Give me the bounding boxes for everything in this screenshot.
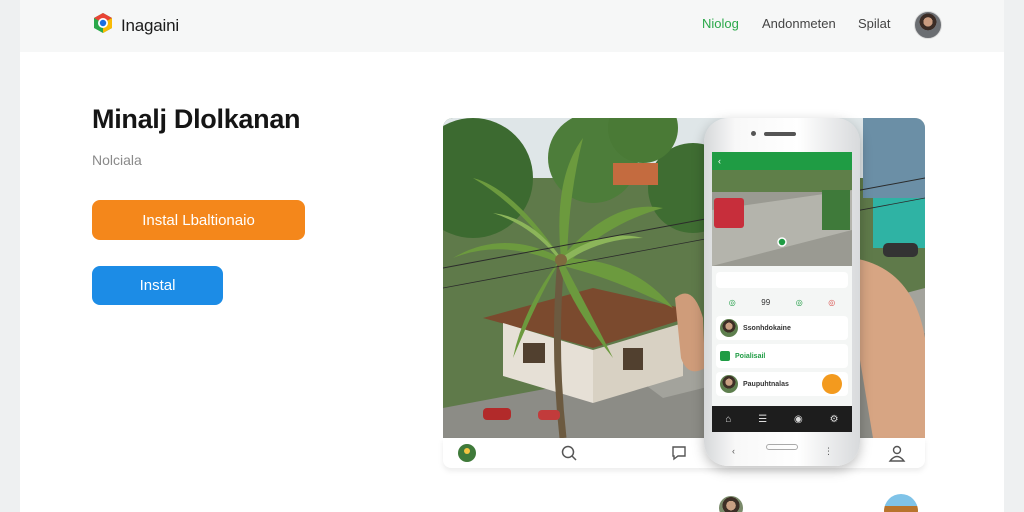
nav-link-andonmeten[interactable]: Andonmeten xyxy=(762,16,836,31)
page-subtitle: Nolciala xyxy=(92,152,142,168)
phone-home-button xyxy=(766,444,798,450)
install-button[interactable]: Instal xyxy=(92,266,223,305)
app-bottom-nav: ⌂ ☰ ◉ ⚙ xyxy=(712,406,852,432)
stat-item[interactable]: ◎ xyxy=(729,298,736,307)
app-header: ‹ xyxy=(712,152,852,170)
app-stats: ◎ 99 ◎ ◎ xyxy=(716,292,848,312)
search-icon[interactable] xyxy=(559,443,579,463)
brand[interactable]: Inagaini xyxy=(92,12,179,39)
user-icon[interactable] xyxy=(887,443,907,463)
nav-link-spilat[interactable]: Spilat xyxy=(858,16,891,31)
nav-link-niolog[interactable]: Niolog xyxy=(702,16,739,31)
list-item[interactable]: Poialisail xyxy=(716,344,848,368)
list-item[interactable]: Paupuhtnalas xyxy=(716,372,848,396)
list-item-label: Paupuhtnalas xyxy=(743,380,789,388)
avatar xyxy=(720,319,738,337)
action-fab[interactable] xyxy=(822,374,842,394)
location-pin-icon[interactable] xyxy=(457,443,477,463)
install-primary-button[interactable]: Instal Lbaltionaio xyxy=(92,200,305,240)
settings-icon[interactable]: ⚙ xyxy=(830,414,839,425)
check-icon xyxy=(720,351,730,361)
main-card: Minalj Dlolkanan Nolciala Instal Lbaltio… xyxy=(20,52,1004,512)
record-icon[interactable]: ◉ xyxy=(794,414,803,425)
brand-name: Inagaini xyxy=(121,15,179,35)
page-title: Minalj Dlolkanan xyxy=(92,104,301,134)
phone-speaker xyxy=(764,132,796,136)
list-item[interactable]: Ssonhdokaine xyxy=(716,316,848,340)
stat-item[interactable]: ◎ xyxy=(796,298,803,307)
chat-icon[interactable] xyxy=(669,443,689,463)
back-icon[interactable]: ‹ xyxy=(718,156,721,166)
app-map-photo xyxy=(712,170,852,266)
user-avatar[interactable] xyxy=(914,11,942,39)
stat-item[interactable]: 99 xyxy=(761,298,770,307)
brand-logo-icon xyxy=(92,12,114,39)
top-navigation-bar: Inagaini Niolog Andonmeten Spilat xyxy=(20,0,1004,52)
stat-item[interactable]: ◎ xyxy=(828,298,835,307)
list-item-label: Ssonhdokaine xyxy=(743,324,791,332)
menu-icon[interactable]: ☰ xyxy=(758,414,767,425)
list-item-label: Poialisail xyxy=(735,352,766,360)
phone-menu-key-icon: ⋮ xyxy=(824,446,833,456)
phone-back-key-icon: ‹ xyxy=(732,446,735,456)
phone-screen: ‹ ◎ 99 ◎ ◎ Ssonhdokaine Poialisail Paupu… xyxy=(712,152,852,432)
home-icon[interactable]: ⌂ xyxy=(725,414,731,425)
app-info-row xyxy=(716,272,848,288)
phone-mockup: ‹ ◎ 99 ◎ ◎ Ssonhdokaine Poialisail Paupu… xyxy=(704,118,860,466)
avatar xyxy=(720,375,738,393)
phone-camera xyxy=(751,131,756,136)
